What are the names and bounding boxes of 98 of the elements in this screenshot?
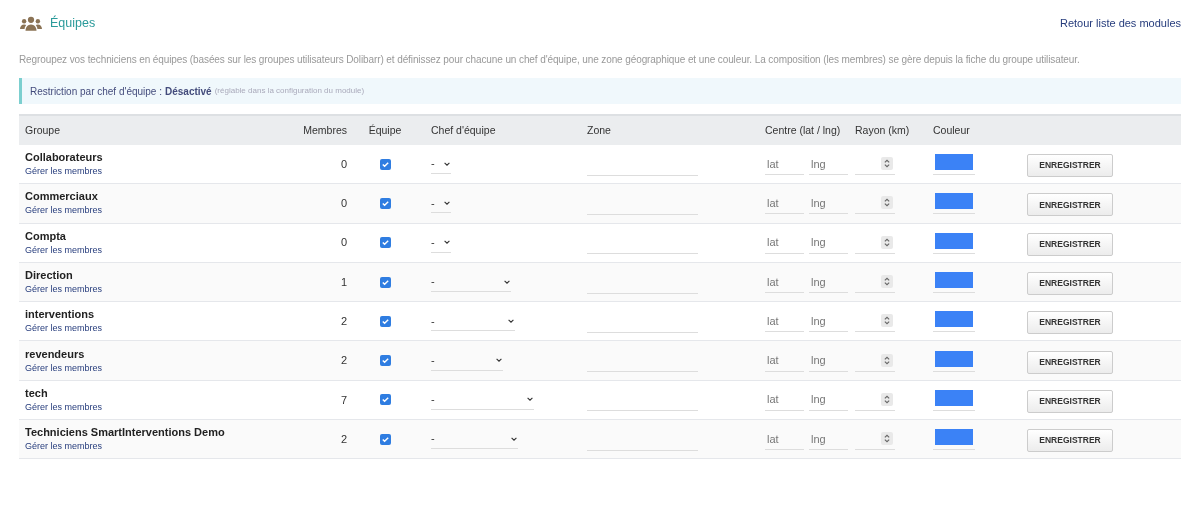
longitude-field[interactable]: lng bbox=[809, 349, 848, 372]
color-swatch[interactable] bbox=[935, 193, 973, 210]
save-button[interactable]: ENREGISTRER bbox=[1027, 154, 1113, 178]
color-swatch[interactable] bbox=[935, 311, 973, 328]
latitude-field[interactable]: lat bbox=[765, 310, 804, 333]
color-swatch[interactable] bbox=[935, 272, 973, 289]
color-swatch[interactable] bbox=[935, 389, 973, 406]
column-header: Équipe bbox=[368, 122, 402, 138]
spinner-icon bbox=[881, 157, 893, 171]
member-count: 0 bbox=[340, 196, 348, 212]
group-name: interventions bbox=[25, 307, 95, 323]
team-checkbox[interactable] bbox=[379, 315, 391, 327]
manage-members-link[interactable]: Gérer les membres bbox=[25, 361, 103, 375]
latitude-field[interactable]: lat bbox=[765, 153, 804, 176]
member-count: 2 bbox=[340, 314, 348, 330]
save-button[interactable]: ENREGISTRER bbox=[1027, 193, 1113, 217]
longitude-field[interactable]: lng bbox=[809, 310, 848, 333]
longitude-field[interactable]: lng bbox=[809, 192, 848, 215]
member-count: 0 bbox=[340, 235, 348, 251]
column-header: Groupe bbox=[24, 122, 62, 138]
chef-select[interactable]: - bbox=[431, 311, 515, 332]
longitude-field[interactable]: lng bbox=[809, 388, 848, 411]
team-checkbox[interactable] bbox=[379, 276, 391, 288]
longitude-field[interactable]: lng bbox=[809, 428, 848, 451]
longitude-field[interactable]: lng bbox=[809, 231, 848, 254]
chef-select[interactable]: - bbox=[431, 350, 503, 371]
notice-hint: (réglable dans la configuration du module) bbox=[214, 85, 365, 97]
spinner-icon bbox=[881, 235, 893, 249]
manage-members-link[interactable]: Gérer les membres bbox=[25, 204, 103, 218]
group-name: Collaborateurs bbox=[25, 150, 103, 166]
member-count: 7 bbox=[340, 392, 348, 408]
column-header: Zone bbox=[586, 122, 612, 138]
team-checkbox[interactable] bbox=[379, 158, 391, 170]
manage-members-link[interactable]: Gérer les membres bbox=[25, 283, 103, 297]
save-button[interactable]: ENREGISTRER bbox=[1027, 389, 1113, 413]
longitude-field[interactable]: lng bbox=[809, 271, 848, 294]
users-icon bbox=[20, 15, 42, 31]
color-swatch[interactable] bbox=[935, 429, 973, 446]
chevron-down-icon bbox=[443, 238, 451, 247]
latitude-field[interactable]: lat bbox=[765, 349, 804, 372]
color-swatch[interactable] bbox=[935, 232, 973, 249]
column-header: Rayon (km) bbox=[854, 122, 911, 138]
back-to-modules-link[interactable]: Retour liste des modules bbox=[1059, 14, 1181, 32]
spinner-icon bbox=[881, 353, 893, 367]
member-count: 1 bbox=[340, 274, 348, 290]
manage-members-link[interactable]: Gérer les membres bbox=[25, 243, 103, 257]
save-button[interactable]: ENREGISTRER bbox=[1027, 350, 1113, 374]
member-count: 0 bbox=[340, 156, 348, 172]
team-checkbox[interactable] bbox=[379, 394, 391, 406]
chef-select[interactable]: - bbox=[431, 154, 451, 175]
notice-label: Restriction par chef d'équipe : bbox=[30, 84, 162, 99]
column-header: Centre (lat / lng) bbox=[764, 122, 842, 138]
group-name: Commerciaux bbox=[25, 189, 98, 205]
group-name: tech bbox=[25, 385, 48, 401]
latitude-field[interactable]: lat bbox=[765, 192, 804, 215]
chef-select[interactable]: - bbox=[431, 193, 451, 214]
spinner-icon bbox=[881, 196, 893, 210]
group-name: Compta bbox=[25, 228, 66, 244]
latitude-field[interactable]: lat bbox=[765, 388, 804, 411]
save-button[interactable]: ENREGISTRER bbox=[1027, 311, 1113, 335]
manage-members-link[interactable]: Gérer les membres bbox=[25, 322, 103, 336]
manage-members-link[interactable]: Gérer les membres bbox=[25, 165, 103, 179]
team-checkbox[interactable] bbox=[379, 433, 391, 445]
chef-select[interactable]: - bbox=[431, 272, 511, 293]
longitude-field[interactable]: lng bbox=[809, 153, 848, 176]
chef-select[interactable]: - bbox=[431, 429, 518, 450]
color-swatch[interactable] bbox=[935, 154, 973, 171]
chevron-down-icon bbox=[526, 395, 534, 404]
column-header: Chef d'équipe bbox=[430, 122, 497, 138]
latitude-field[interactable]: lat bbox=[765, 231, 804, 254]
page-title: Équipes bbox=[50, 14, 96, 32]
save-button[interactable]: ENREGISTRER bbox=[1027, 271, 1113, 295]
spinner-icon bbox=[881, 432, 893, 446]
group-name: Direction bbox=[25, 268, 73, 284]
spinner-icon bbox=[881, 314, 893, 328]
save-button[interactable]: ENREGISTRER bbox=[1027, 232, 1113, 256]
chef-select[interactable]: - bbox=[431, 232, 451, 253]
manage-members-link[interactable]: Gérer les membres bbox=[25, 400, 103, 414]
chef-select[interactable]: - bbox=[431, 389, 534, 410]
spinner-icon bbox=[881, 275, 893, 289]
spinner-icon bbox=[881, 392, 893, 406]
color-swatch[interactable] bbox=[935, 350, 973, 367]
save-button[interactable]: ENREGISTRER bbox=[1027, 429, 1113, 453]
notice-value: Désactivé bbox=[165, 84, 212, 99]
manage-members-link[interactable]: Gérer les membres bbox=[25, 440, 103, 454]
column-header: Membres bbox=[303, 122, 348, 138]
team-checkbox[interactable] bbox=[379, 197, 391, 209]
team-checkbox[interactable] bbox=[379, 355, 391, 367]
team-checkbox[interactable] bbox=[379, 237, 391, 249]
group-name: revendeurs bbox=[25, 346, 85, 362]
member-count: 2 bbox=[340, 431, 348, 447]
group-name: Techniciens SmartInterventions Demo bbox=[25, 425, 225, 441]
chevron-down-icon bbox=[495, 356, 503, 365]
column-header: Couleur bbox=[932, 122, 971, 138]
latitude-field[interactable]: lat bbox=[765, 428, 804, 451]
description-text: Regroupez vos techniciens en équipes (basées sur les groupes utilisateurs Dolibarr) et définissez pour chacune un chef d'équipe, une zone géographique et une couleur. La composition (les membres) se gère depuis la fiche du groupe utilisateur. bbox=[19, 53, 1081, 67]
latitude-field[interactable]: lat bbox=[765, 271, 804, 294]
member-count: 2 bbox=[340, 353, 348, 369]
